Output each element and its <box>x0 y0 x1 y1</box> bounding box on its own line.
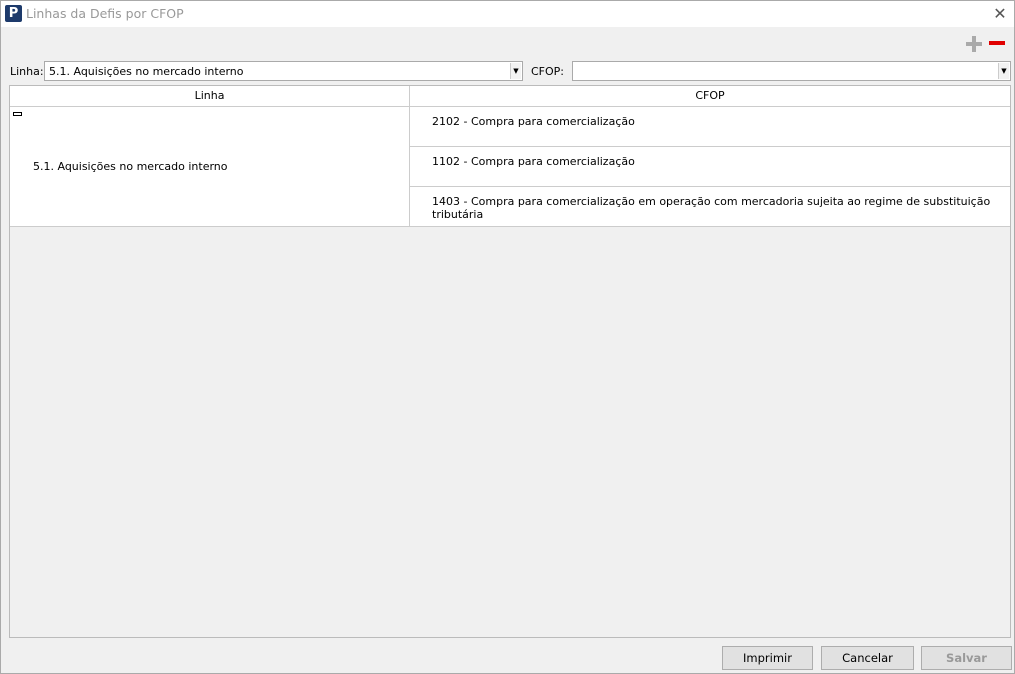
column-header-cfop[interactable]: CFOP <box>410 86 1010 107</box>
cfop-label: CFOP: <box>531 65 565 78</box>
table-row[interactable]: 1403 - Compra para comercialização em op… <box>410 187 1010 227</box>
linha-text: 5.1. Aquisições no mercado interno <box>33 160 228 173</box>
table-row[interactable]: 1102 - Compra para comercialização <box>410 147 1010 187</box>
collapse-icon[interactable] <box>13 112 22 116</box>
window-title: Linhas da Defis por CFOP <box>26 6 184 21</box>
table-row[interactable]: 2102 - Compra para comercialização <box>410 107 1010 147</box>
linha-label: Linha: <box>10 65 44 78</box>
data-grid: Linha CFOP 5.1. Aquisições no mercado in… <box>9 85 1011 638</box>
minus-icon[interactable] <box>989 41 1005 45</box>
print-button[interactable]: Imprimir <box>722 646 813 670</box>
group-cell-linha[interactable]: 5.1. Aquisições no mercado interno <box>10 107 410 227</box>
linha-value: 5.1. Aquisições no mercado interno <box>49 65 244 78</box>
chevron-down-icon[interactable]: ▼ <box>510 63 521 79</box>
cfop-combo[interactable]: ▼ <box>572 61 1011 81</box>
chevron-down-icon[interactable]: ▼ <box>998 63 1009 79</box>
linha-combo[interactable]: 5.1. Aquisições no mercado interno ▼ <box>44 61 523 81</box>
cfop-text: 2102 - Compra para comercialização <box>432 115 635 128</box>
column-header-linha[interactable]: Linha <box>10 86 410 107</box>
cfop-text: 1403 - Compra para comercialização em op… <box>432 195 991 221</box>
save-button[interactable]: Salvar <box>921 646 1012 670</box>
plus-icon[interactable] <box>966 36 982 52</box>
cancel-button[interactable]: Cancelar <box>821 646 914 670</box>
title-bar: P Linhas da Defis por CFOP ✕ <box>1 1 1014 27</box>
close-icon[interactable]: ✕ <box>989 3 1011 25</box>
cfop-text: 1102 - Compra para comercialização <box>432 155 635 168</box>
app-logo-icon: P <box>5 5 22 22</box>
